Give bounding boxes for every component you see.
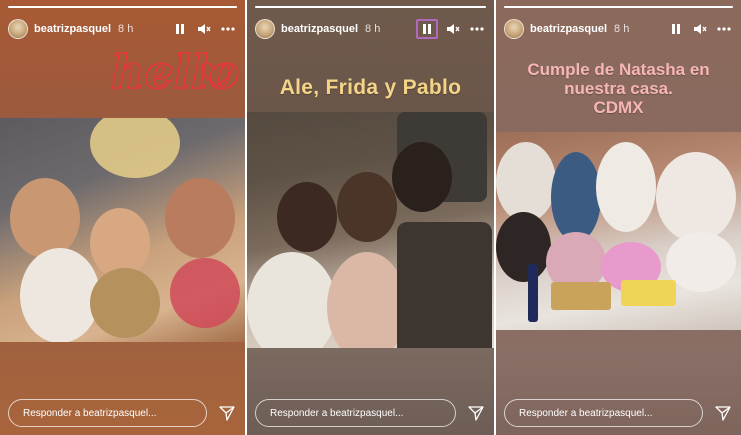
more-options-icon[interactable] [468, 20, 486, 38]
story-photo [0, 118, 245, 342]
story-photo [496, 132, 741, 330]
more-options-icon[interactable] [715, 20, 733, 38]
volume-mute-icon[interactable] [195, 20, 213, 38]
story-controls [416, 19, 486, 39]
timestamp: 8 h [614, 23, 630, 35]
reply-input[interactable]: Responder a beatrizpasquel... [504, 399, 703, 427]
avatar[interactable] [255, 19, 275, 39]
caption-text: Ale, Frida y Pablo [279, 76, 462, 99]
pause-icon[interactable] [416, 19, 438, 39]
reply-bar: Responder a beatrizpasquel... [504, 399, 733, 427]
progress-fill [504, 6, 733, 8]
send-icon[interactable] [713, 403, 733, 423]
send-icon[interactable] [466, 403, 486, 423]
caption-text: Cumple de Natasha en nuestra casa. CDMX [496, 60, 741, 117]
username[interactable]: beatrizpasquel [281, 23, 358, 35]
hello-sticker: hello [105, 38, 245, 110]
volume-mute-icon[interactable] [691, 20, 709, 38]
caption-line: CDMX [593, 98, 644, 117]
reply-bar: Responder a beatrizpasquel... [255, 399, 486, 427]
story-controls [171, 20, 237, 38]
story-header: beatrizpasquel 8 h [504, 16, 733, 42]
more-options-icon[interactable] [219, 20, 237, 38]
hello-sticker-text: hello [111, 45, 239, 99]
story-progress-bar [504, 6, 733, 8]
timestamp: 8 h [118, 23, 134, 35]
story-photo [247, 112, 494, 348]
story-2[interactable]: beatrizpasquel 8 h Ale, Frida y Pablo Re… [247, 0, 494, 435]
volume-mute-icon[interactable] [444, 20, 462, 38]
avatar[interactable] [504, 19, 524, 39]
reply-input[interactable]: Responder a beatrizpasquel... [255, 399, 456, 427]
story-3[interactable]: beatrizpasquel 8 h Cumple de Natasha en … [496, 0, 741, 435]
caption-line: nuestra casa. [564, 79, 673, 98]
pause-icon[interactable] [171, 20, 189, 38]
reply-bar: Responder a beatrizpasquel... [8, 399, 237, 427]
progress-fill [8, 6, 237, 8]
pause-icon[interactable] [667, 20, 685, 38]
story-controls [667, 20, 733, 38]
story-progress-bar [8, 6, 237, 8]
caption-line: Cumple de Natasha en [527, 60, 710, 79]
timestamp: 8 h [365, 23, 381, 35]
username[interactable]: beatrizpasquel [530, 23, 607, 35]
story-header: beatrizpasquel 8 h [255, 16, 486, 42]
progress-fill [255, 6, 486, 8]
story-1[interactable]: beatrizpasquel 8 h hello Responder a bea… [0, 0, 245, 435]
avatar[interactable] [8, 19, 28, 39]
story-progress-bar [255, 6, 486, 8]
reply-input[interactable]: Responder a beatrizpasquel... [8, 399, 207, 427]
send-icon[interactable] [217, 403, 237, 423]
username[interactable]: beatrizpasquel [34, 23, 111, 35]
